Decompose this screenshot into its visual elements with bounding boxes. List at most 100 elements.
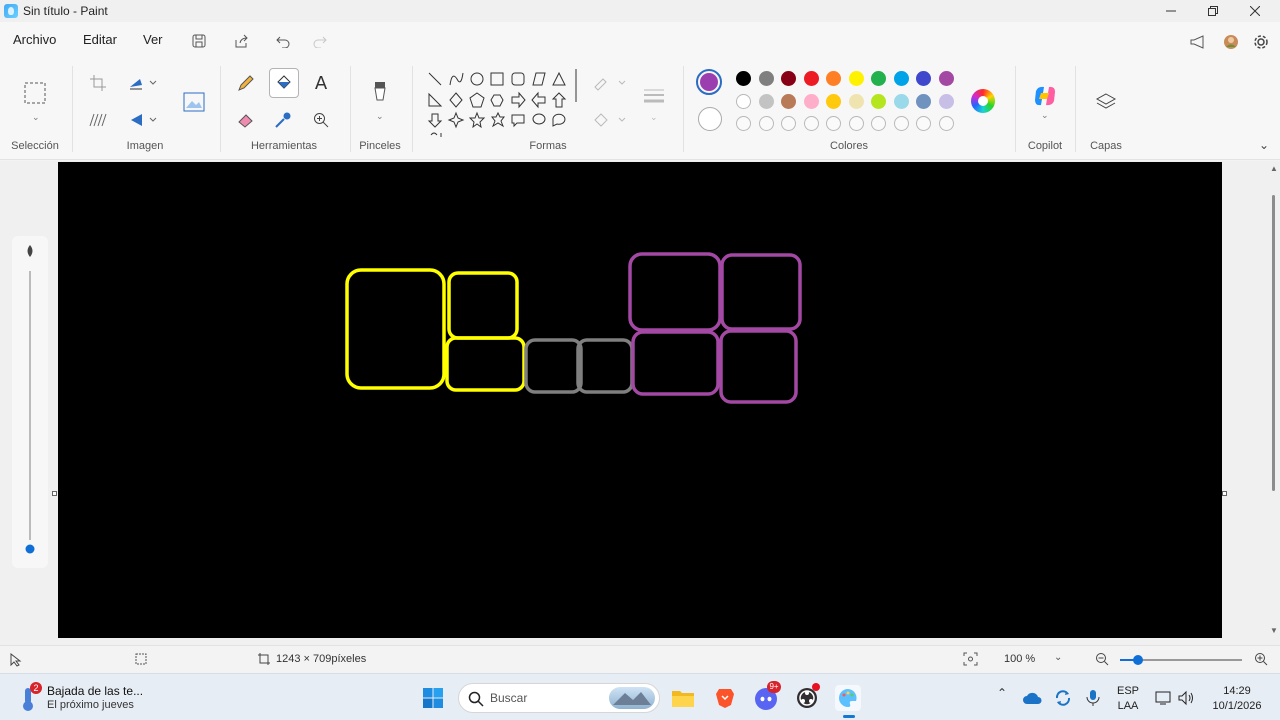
redo-button[interactable] <box>309 30 331 52</box>
color-swatch[interactable] <box>803 93 819 109</box>
color-swatch[interactable] <box>758 93 774 109</box>
edit-colors-button[interactable] <box>971 89 995 113</box>
start-button[interactable] <box>420 685 446 711</box>
custom-color-slot[interactable] <box>803 116 819 131</box>
color-swatch[interactable] <box>736 71 751 86</box>
microphone-button[interactable] <box>1082 685 1104 711</box>
copilot-button[interactable] <box>1031 82 1059 110</box>
color-swatch[interactable] <box>781 93 796 109</box>
color-swatch[interactable] <box>781 71 796 86</box>
custom-color-slot[interactable] <box>826 116 841 131</box>
color-swatch[interactable] <box>848 71 864 86</box>
custom-color-slot[interactable] <box>938 116 954 131</box>
select-dropdown-icon[interactable]: ⌄ <box>32 112 40 123</box>
secondary-color-swatch[interactable] <box>698 107 722 131</box>
color-swatch[interactable] <box>893 93 909 109</box>
scrollbar-thumb[interactable] <box>1272 195 1275 491</box>
custom-color-slot[interactable] <box>848 116 864 131</box>
select-all-button[interactable] <box>85 107 111 133</box>
share-button[interactable] <box>230 30 252 52</box>
fill-shape-button[interactable] <box>590 107 630 133</box>
color-swatch[interactable] <box>916 71 931 86</box>
color-picker-button[interactable] <box>270 107 296 133</box>
color-swatch[interactable] <box>736 93 751 109</box>
color-swatch[interactable] <box>758 71 774 86</box>
resize-button[interactable] <box>123 70 163 96</box>
ribbon-collapse-icon[interactable]: ⌄ <box>1259 138 1269 152</box>
custom-color-slot[interactable] <box>893 116 909 131</box>
canvas-resize-handle-right[interactable] <box>1222 491 1227 496</box>
taskbar-search[interactable]: Buscar <box>458 683 660 713</box>
color-swatch[interactable] <box>803 71 819 86</box>
network-button[interactable] <box>1153 685 1175 711</box>
image-ai-button[interactable] <box>180 88 208 116</box>
close-button[interactable] <box>1234 0 1276 22</box>
account-avatar[interactable] <box>1219 30 1243 54</box>
brushes-dropdown-icon[interactable]: ⌄ <box>376 111 384 122</box>
shapes-grid-icon[interactable] <box>423 67 579 139</box>
discord-button[interactable]: 9+ <box>753 681 781 711</box>
scroll-up-icon[interactable]: ▲ <box>1270 164 1278 173</box>
settings-button[interactable] <box>1249 30 1273 54</box>
onedrive-button[interactable] <box>1021 685 1043 711</box>
maximize-button[interactable] <box>1192 0 1234 22</box>
pencil-button[interactable] <box>233 70 259 96</box>
color-swatch[interactable] <box>938 93 954 109</box>
drawing-canvas[interactable] <box>58 162 1222 638</box>
slider-thumb[interactable] <box>25 544 35 554</box>
magnifier-button[interactable] <box>308 107 334 133</box>
brushes-button[interactable] <box>366 78 394 108</box>
text-button[interactable]: A <box>308 70 334 96</box>
scroll-down-icon[interactable]: ▼ <box>1270 626 1278 635</box>
custom-color-slot[interactable] <box>781 116 796 131</box>
keyboard-language[interactable]: ESP <box>1113 685 1143 697</box>
color-swatch[interactable] <box>848 93 864 109</box>
paint-taskbar-button[interactable] <box>835 685 861 718</box>
feedback-button[interactable] <box>1186 30 1210 54</box>
color-swatch[interactable] <box>938 71 954 86</box>
clock-date[interactable]: 10/1/2026 <box>1205 700 1269 712</box>
undo-button[interactable] <box>272 30 294 52</box>
tray-overflow-icon[interactable]: ⌃ <box>997 686 1007 700</box>
custom-color-slot[interactable] <box>871 116 886 131</box>
flip-button[interactable] <box>123 107 163 133</box>
brush-size-slider[interactable] <box>12 236 48 568</box>
crop-button[interactable] <box>85 70 111 96</box>
menu-ver[interactable]: Ver <box>143 32 163 47</box>
zoom-slider-thumb[interactable] <box>1133 655 1143 665</box>
zoom-out-icon[interactable] <box>1095 652 1109 666</box>
custom-color-slot[interactable] <box>758 116 774 131</box>
sync-button[interactable] <box>1052 685 1074 711</box>
zoom-select[interactable]: 100 % ⌄ <box>996 649 1072 671</box>
menu-editar[interactable]: Editar <box>83 32 117 47</box>
clock-time[interactable]: 14:29 <box>1205 685 1269 697</box>
zoom-in-icon[interactable] <box>1254 652 1268 666</box>
primary-color-swatch[interactable] <box>696 69 722 95</box>
menu-archivo[interactable]: Archivo <box>13 32 56 47</box>
outline-button[interactable] <box>590 70 630 96</box>
weather-widget[interactable]: 2 Bajada de las te... El próximo jueves <box>12 682 172 714</box>
color-swatch[interactable] <box>916 93 931 109</box>
color-swatch[interactable] <box>871 93 886 109</box>
color-swatch[interactable] <box>871 71 886 86</box>
fit-to-window-icon[interactable] <box>963 652 978 666</box>
layers-button[interactable] <box>1092 88 1120 116</box>
color-swatch[interactable] <box>826 71 841 86</box>
obs-button[interactable] <box>794 683 820 711</box>
save-button[interactable] <box>188 30 210 52</box>
file-explorer-button[interactable] <box>670 685 696 711</box>
minimize-button[interactable] <box>1150 0 1192 22</box>
select-button[interactable] <box>22 80 48 106</box>
copilot-dropdown-icon[interactable]: ⌄ <box>1041 110 1049 121</box>
volume-button[interactable] <box>1176 685 1198 711</box>
vertical-scrollbar[interactable]: ▲ ▼ <box>1268 161 1280 645</box>
color-swatch[interactable] <box>893 71 909 86</box>
size-dropdown-icon[interactable]: ⌄ <box>650 112 658 123</box>
fill-button[interactable] <box>269 68 299 98</box>
color-swatch[interactable] <box>826 93 841 109</box>
custom-color-slot[interactable] <box>736 116 751 131</box>
size-button[interactable] <box>640 82 668 110</box>
eraser-button[interactable] <box>233 107 259 133</box>
custom-color-slot[interactable] <box>916 116 931 131</box>
zoom-slider[interactable] <box>1120 655 1242 665</box>
